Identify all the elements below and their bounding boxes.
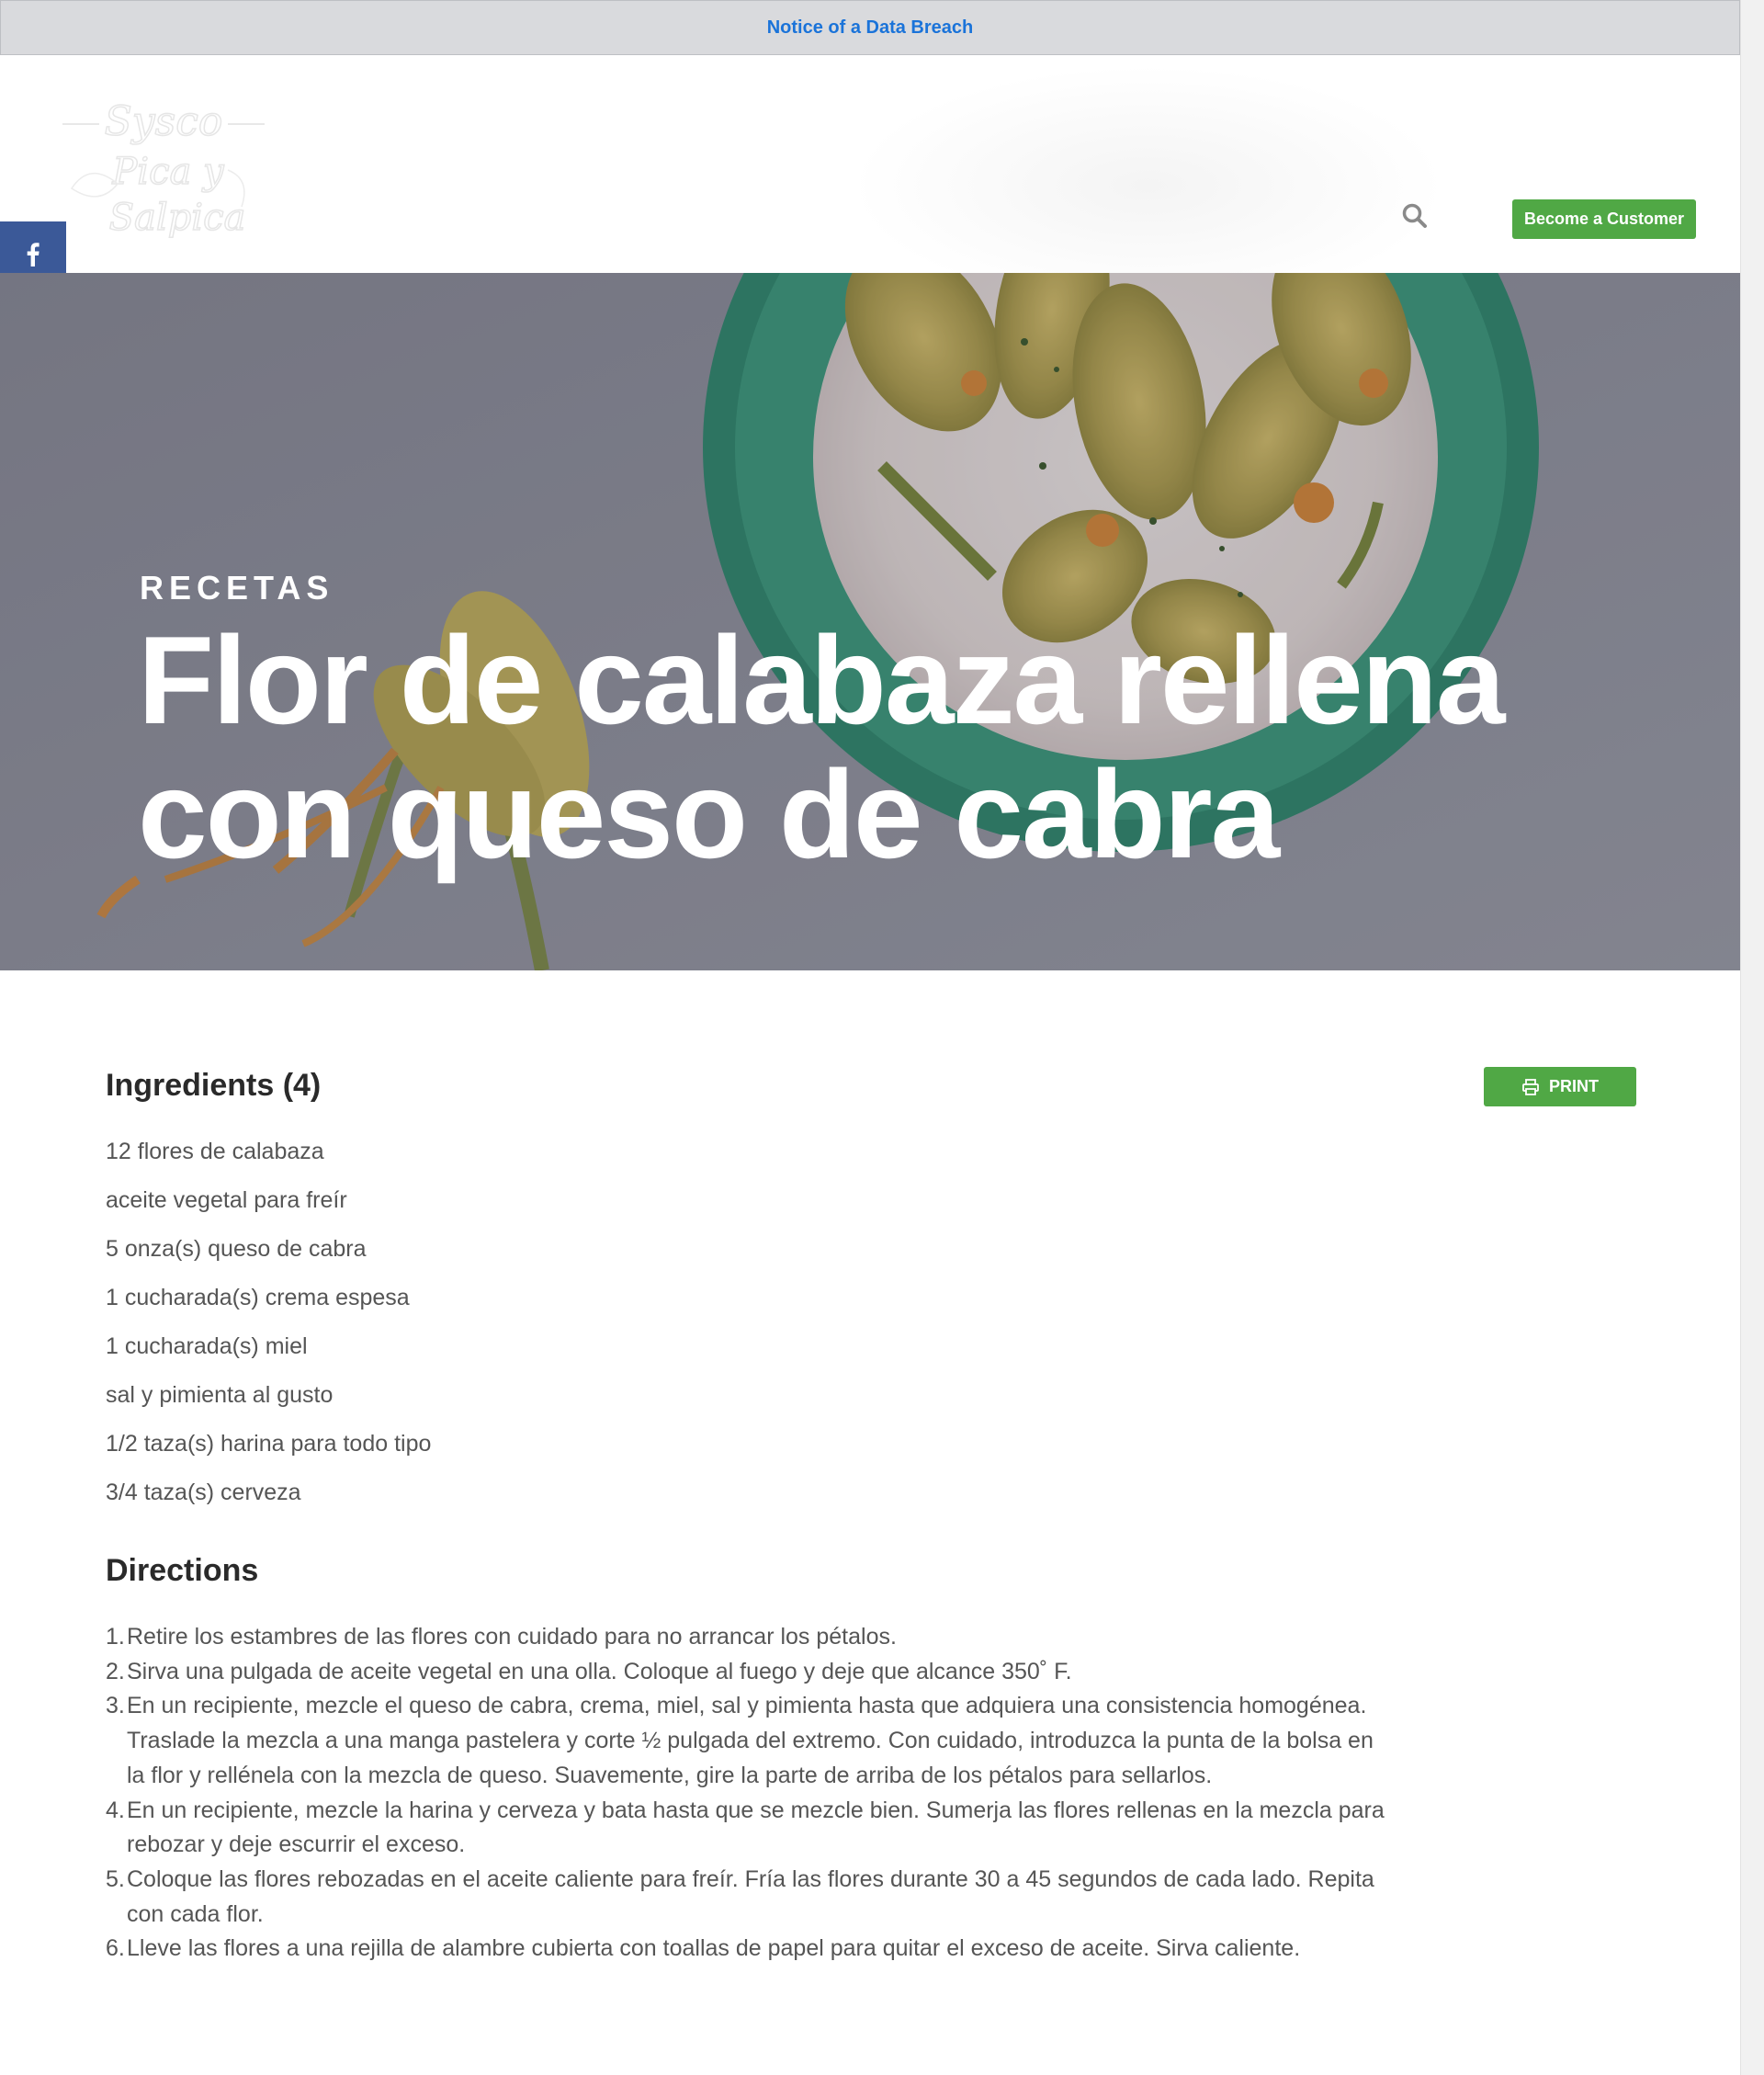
logo-text-salpica: Salpica bbox=[109, 197, 246, 239]
step-text: En un recipiente, mezcle el queso de cab… bbox=[127, 1693, 1374, 1788]
recipe-title: Flor de calabaza rellena con queso de ca… bbox=[138, 613, 1608, 881]
site-header: Sysco Pica y Salpica Become a Customer bbox=[0, 55, 1740, 273]
data-breach-notice-link[interactable]: Notice of a Data Breach bbox=[767, 17, 974, 39]
step-number: 3. bbox=[106, 1693, 125, 1719]
facebook-icon bbox=[27, 243, 40, 266]
direction-step: 1. Retire los estambres de las flores con… bbox=[106, 1620, 1392, 1655]
page: Notice of a Data Breach Sysco Pica y Sal… bbox=[0, 0, 1740, 2075]
direction-step: 4. En un recipiente, mezcle la harina y c… bbox=[106, 1794, 1392, 1863]
print-button-label: PRINT bbox=[1549, 1077, 1599, 1095]
ingredients-heading: Ingredients (4) bbox=[106, 1068, 322, 1103]
direction-step: 6. Lleve las flores a una rejilla de alam… bbox=[106, 1932, 1392, 1967]
step-text: Sirva una pulgada de aceite vegetal en u… bbox=[127, 1658, 1072, 1684]
step-text: Coloque las flores rebozadas en el aceit… bbox=[127, 1865, 1374, 1927]
step-text: Retire los estambres de las flores con c… bbox=[127, 1624, 897, 1650]
step-text: En un recipiente, mezcle la harina y cer… bbox=[127, 1797, 1385, 1858]
step-number: 5. bbox=[106, 1865, 125, 1892]
recipe-category-kicker: RECETAS bbox=[140, 569, 334, 607]
recipe-hero: RECETAS Flor de calabaza rellena con que… bbox=[0, 273, 1740, 970]
directions-heading: Directions bbox=[106, 1553, 259, 1588]
step-number: 4. bbox=[106, 1797, 125, 1823]
ingredient-item: aceite vegetal para freír bbox=[106, 1187, 347, 1213]
print-button[interactable]: PRINT bbox=[1484, 1067, 1636, 1106]
step-number: 1. bbox=[106, 1624, 125, 1650]
ingredient-item: 12 flores de calabaza bbox=[106, 1139, 324, 1164]
logo-text-sysco: Sysco bbox=[105, 98, 223, 145]
step-text: Lleve las flores a una rejilla de alambr… bbox=[127, 1935, 1301, 1962]
logo-text-pica: Pica y bbox=[111, 151, 225, 193]
step-number: 6. bbox=[106, 1935, 125, 1962]
search-icon[interactable] bbox=[1401, 202, 1429, 230]
direction-step: 5. Coloque las flores rebozadas en el ace… bbox=[106, 1863, 1392, 1932]
ingredient-item: 1 cucharada(s) miel bbox=[106, 1333, 308, 1359]
ingredient-item: 1 cucharada(s) crema espesa bbox=[106, 1285, 410, 1310]
sysco-pica-y-salpica-logo[interactable]: Sysco Pica y Salpica bbox=[53, 96, 274, 244]
print-icon bbox=[1522, 1078, 1539, 1095]
direction-step: 2. Sirva una pulgada de aceite vegetal en… bbox=[106, 1655, 1392, 1690]
direction-step: 3. En un recipiente, mezcle el queso de c… bbox=[106, 1689, 1392, 1793]
ingredient-item: 1/2 taza(s) harina para todo tipo bbox=[106, 1431, 432, 1457]
ingredient-item: 5 onza(s) queso de cabra bbox=[106, 1236, 367, 1262]
recipe-title-line2: con queso de cabra bbox=[138, 744, 1280, 884]
ingredient-item: 3/4 taza(s) cerveza bbox=[106, 1480, 301, 1505]
page-scrollbar-thumb[interactable] bbox=[1744, 2, 1760, 1141]
become-a-customer-button[interactable]: Become a Customer bbox=[1512, 199, 1696, 239]
step-number: 2. bbox=[106, 1658, 125, 1684]
directions-list: 1. Retire los estambres de las flores con… bbox=[106, 1620, 1392, 1967]
ingredient-item: sal y pimienta al gusto bbox=[106, 1382, 334, 1408]
header-background-image bbox=[827, 55, 1470, 273]
notice-bar: Notice of a Data Breach bbox=[0, 0, 1740, 55]
ingredient-list: 12 flores de calabaza aceite vegetal par… bbox=[106, 1138, 431, 1527]
recipe-title-line1: Flor de calabaza rellena bbox=[138, 610, 1505, 750]
